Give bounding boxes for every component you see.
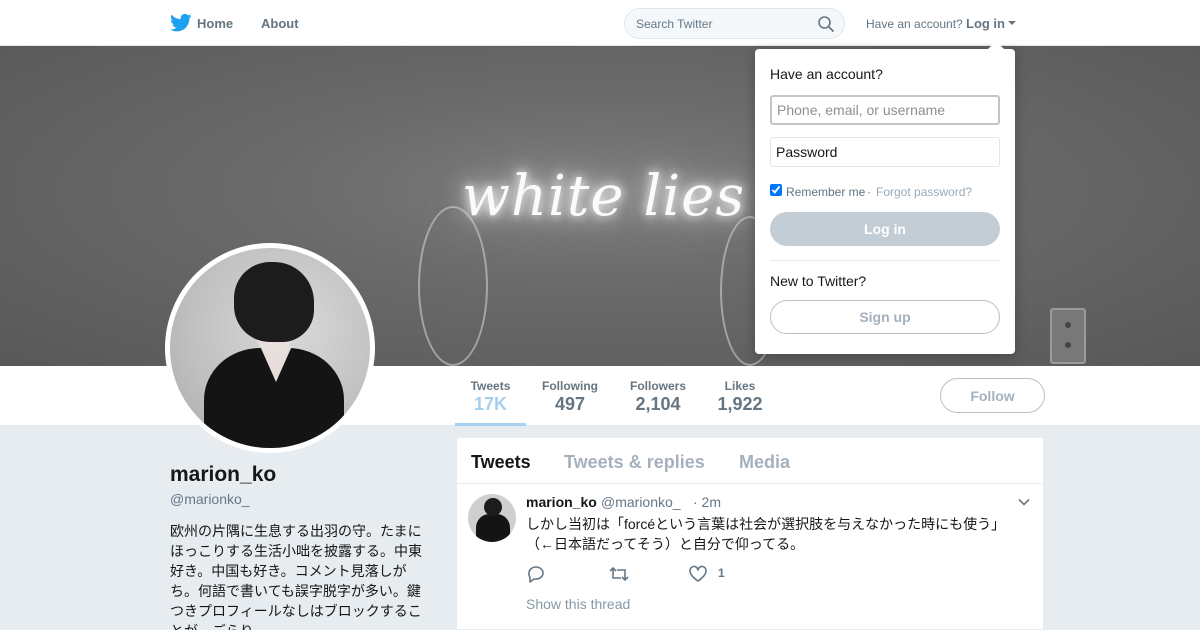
separator-dot: · (867, 185, 871, 199)
password-field[interactable] (770, 137, 1000, 167)
follow-button[interactable]: Follow (940, 378, 1045, 413)
tab-tweets-replies[interactable]: Tweets & replies (564, 452, 705, 473)
nav-home-link[interactable]: Home (197, 16, 233, 31)
search-input[interactable] (636, 15, 811, 33)
stat-tweets[interactable]: Tweets 17K (455, 366, 526, 426)
timeline: Tweets Tweets & replies Media marion_ko … (456, 437, 1044, 630)
tweet-actions: 1 (526, 564, 926, 584)
profile-handle[interactable]: @marionko_ (170, 491, 250, 507)
forgot-password-link[interactable]: Forgot password? (876, 185, 972, 199)
new-to-twitter-text: New to Twitter? (770, 273, 867, 289)
chevron-down-icon[interactable] (1018, 498, 1030, 506)
tweet-avatar[interactable] (468, 494, 516, 542)
tweet-text: しかし当初は「forcéという言葉は社会が選択肢を与えなかった時にも使う」（←日… (526, 516, 1006, 552)
stat-value: 2,104 (635, 394, 681, 414)
remember-me-checkbox[interactable] (770, 184, 782, 196)
neon-wire (418, 206, 488, 366)
profile-bio: 欧州の片隅に生息する出羽の守。たまにほっこりする生活小咄を披露する。中東好き。中… (170, 523, 422, 630)
profile-avatar[interactable] (165, 243, 375, 453)
nav-about-link[interactable]: About (261, 16, 299, 31)
username-field[interactable] (770, 95, 1000, 125)
profile-name[interactable]: marion_ko (170, 463, 276, 487)
stat-value: 497 (554, 394, 586, 414)
stat-label: Followers (629, 379, 686, 393)
tweet-timestamp[interactable]: · 2m (693, 494, 721, 510)
have-account-text: Have an account? (866, 17, 963, 31)
wall-outlet (1050, 308, 1086, 364)
tweet-author-name[interactable]: marion_ko (526, 494, 597, 510)
dropdown-title: Have an account? (770, 66, 883, 82)
banner-neon-text: white lies (462, 164, 746, 229)
stat-value: 1,922 (717, 394, 763, 414)
stat-label: Tweets (470, 379, 511, 393)
like-count: 1 (718, 566, 725, 580)
signup-button[interactable]: Sign up (770, 300, 1000, 334)
divider (770, 260, 1000, 261)
tweet[interactable]: marion_ko @marionko_ · 2m しかし当初は「forcéとい… (457, 484, 1043, 629)
heart-icon (689, 565, 707, 582)
stat-label: Likes (724, 379, 756, 393)
twitter-bird-icon[interactable] (170, 13, 192, 33)
stat-following[interactable]: Following 497 (534, 366, 606, 426)
search-icon[interactable] (817, 15, 835, 33)
reply-button[interactable] (526, 564, 546, 584)
timeline-tabs: Tweets Tweets & replies Media (457, 438, 1043, 484)
stat-label: Following (542, 379, 598, 393)
retweet-icon (609, 566, 629, 582)
tab-media[interactable]: Media (739, 452, 790, 473)
tweet-author-handle[interactable]: @marionko_ (601, 494, 681, 510)
stat-value: 17K (473, 394, 508, 414)
chevron-down-icon[interactable] (1008, 21, 1016, 25)
show-thread-link[interactable]: Show this thread (526, 596, 630, 612)
stat-likes[interactable]: Likes 1,922 (710, 366, 770, 426)
login-dropdown: Have an account? Remember me · Forgot pa… (755, 41, 1015, 354)
search-box (624, 8, 845, 39)
reply-icon (528, 566, 544, 583)
stat-followers[interactable]: Followers 2,104 (622, 366, 694, 426)
tab-tweets[interactable]: Tweets (471, 452, 531, 473)
remember-me-label[interactable]: Remember me (786, 185, 865, 199)
login-menu-link[interactable]: Log in (966, 16, 1005, 31)
avatar-photo (170, 248, 370, 448)
top-navigation: Home About Have an account? Log in (0, 0, 1200, 46)
retweet-button[interactable] (608, 564, 630, 584)
login-button[interactable]: Log in (770, 212, 1000, 246)
